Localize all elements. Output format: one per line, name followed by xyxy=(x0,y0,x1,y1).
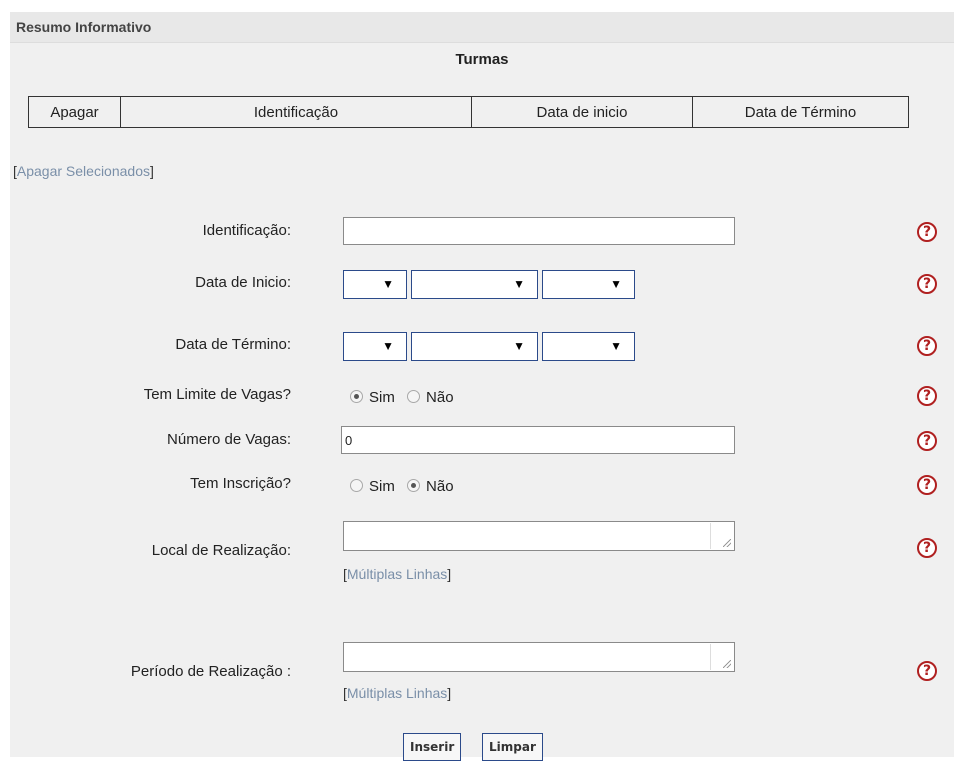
column-header-data-inicio: Data de inicio xyxy=(471,96,693,128)
data-termino-day-select[interactable]: ▼ xyxy=(343,332,407,361)
periodo-multiplas-linhas-action: [Múltiplas Linhas] xyxy=(343,685,452,701)
dropdown-arrow-icon: ▼ xyxy=(513,339,525,353)
inscricao-label: Tem Inscrição? xyxy=(190,475,291,492)
help-icon[interactable]: ? xyxy=(917,538,937,558)
local-realizacao-textarea[interactable] xyxy=(343,521,735,551)
inscricao-sim-label: Sim xyxy=(369,478,395,495)
periodo-realizacao-textarea[interactable] xyxy=(343,642,735,672)
column-header-data-termino: Data de Término xyxy=(692,96,909,128)
limite-vagas-label: Tem Limite de Vagas? xyxy=(143,386,291,403)
local-multiplas-linhas-action: [Múltiplas Linhas] xyxy=(343,566,452,582)
apagar-selecionados-link[interactable]: Apagar Selecionados xyxy=(17,163,150,179)
turmas-table-caption: Turmas xyxy=(455,51,509,68)
inscricao-sim-radio[interactable] xyxy=(350,479,363,492)
identificacao-input[interactable] xyxy=(343,217,735,245)
data-termino-label: Data de Término: xyxy=(175,336,291,353)
local-multiplas-linhas-link[interactable]: Múltiplas Linhas xyxy=(347,566,447,582)
help-icon[interactable]: ? xyxy=(917,222,937,242)
limite-vagas-nao-label: Não xyxy=(426,389,454,406)
local-realizacao-label: Local de Realização: xyxy=(151,542,291,559)
limite-vagas-nao-radio[interactable] xyxy=(407,390,421,403)
help-icon[interactable]: ? xyxy=(917,336,937,356)
periodo-realizacao-label: Período de Realização : xyxy=(130,663,291,680)
periodo-multiplas-linhas-link[interactable]: Múltiplas Linhas xyxy=(347,685,447,701)
dropdown-arrow-icon: ▼ xyxy=(610,339,622,353)
dropdown-arrow-icon: ▼ xyxy=(513,277,525,291)
table-header-row: Apagar Identificação Data de inicio Data… xyxy=(28,96,909,128)
data-inicio-label: Data de Inicio: xyxy=(195,274,291,291)
resize-grip-icon[interactable] xyxy=(710,523,733,549)
turmas-table: Apagar Identificação Data de inicio Data… xyxy=(28,96,909,128)
apagar-selecionados-action: [Apagar Selecionados] xyxy=(13,163,154,179)
data-inicio-month-select[interactable]: ▼ xyxy=(411,270,538,299)
help-icon[interactable]: ? xyxy=(917,475,937,495)
panel-title: Resumo Informativo xyxy=(16,19,152,35)
limite-vagas-sim-label: Sim xyxy=(369,389,395,406)
numero-vagas-input[interactable] xyxy=(341,426,735,454)
dropdown-arrow-icon: ▼ xyxy=(382,277,394,291)
numero-vagas-label: Número de Vagas: xyxy=(167,431,291,448)
inscricao-radio-group: Sim Não xyxy=(350,478,462,495)
help-icon[interactable]: ? xyxy=(917,431,937,451)
data-inicio-year-select[interactable]: ▼ xyxy=(542,270,635,299)
identificacao-label: Identificação: xyxy=(202,222,291,239)
panel-header: Resumo Informativo xyxy=(10,12,954,43)
column-header-identificacao: Identificação xyxy=(120,96,472,128)
inscricao-nao-radio[interactable] xyxy=(407,479,421,492)
limite-vagas-sim-radio[interactable] xyxy=(350,390,363,403)
data-termino-month-select[interactable]: ▼ xyxy=(411,332,538,361)
bracket-close: ] xyxy=(150,163,154,179)
help-icon[interactable]: ? xyxy=(917,661,937,681)
dropdown-arrow-icon: ▼ xyxy=(610,277,622,291)
column-header-apagar: Apagar xyxy=(28,96,121,128)
inscricao-nao-label: Não xyxy=(426,478,454,495)
help-icon[interactable]: ? xyxy=(917,386,937,406)
dropdown-arrow-icon: ▼ xyxy=(382,339,394,353)
resize-grip-icon[interactable] xyxy=(710,644,733,670)
data-inicio-day-select[interactable]: ▼ xyxy=(343,270,407,299)
limite-vagas-radio-group: Sim Não xyxy=(350,389,462,406)
help-icon[interactable]: ? xyxy=(917,274,937,294)
data-termino-year-select[interactable]: ▼ xyxy=(542,332,635,361)
